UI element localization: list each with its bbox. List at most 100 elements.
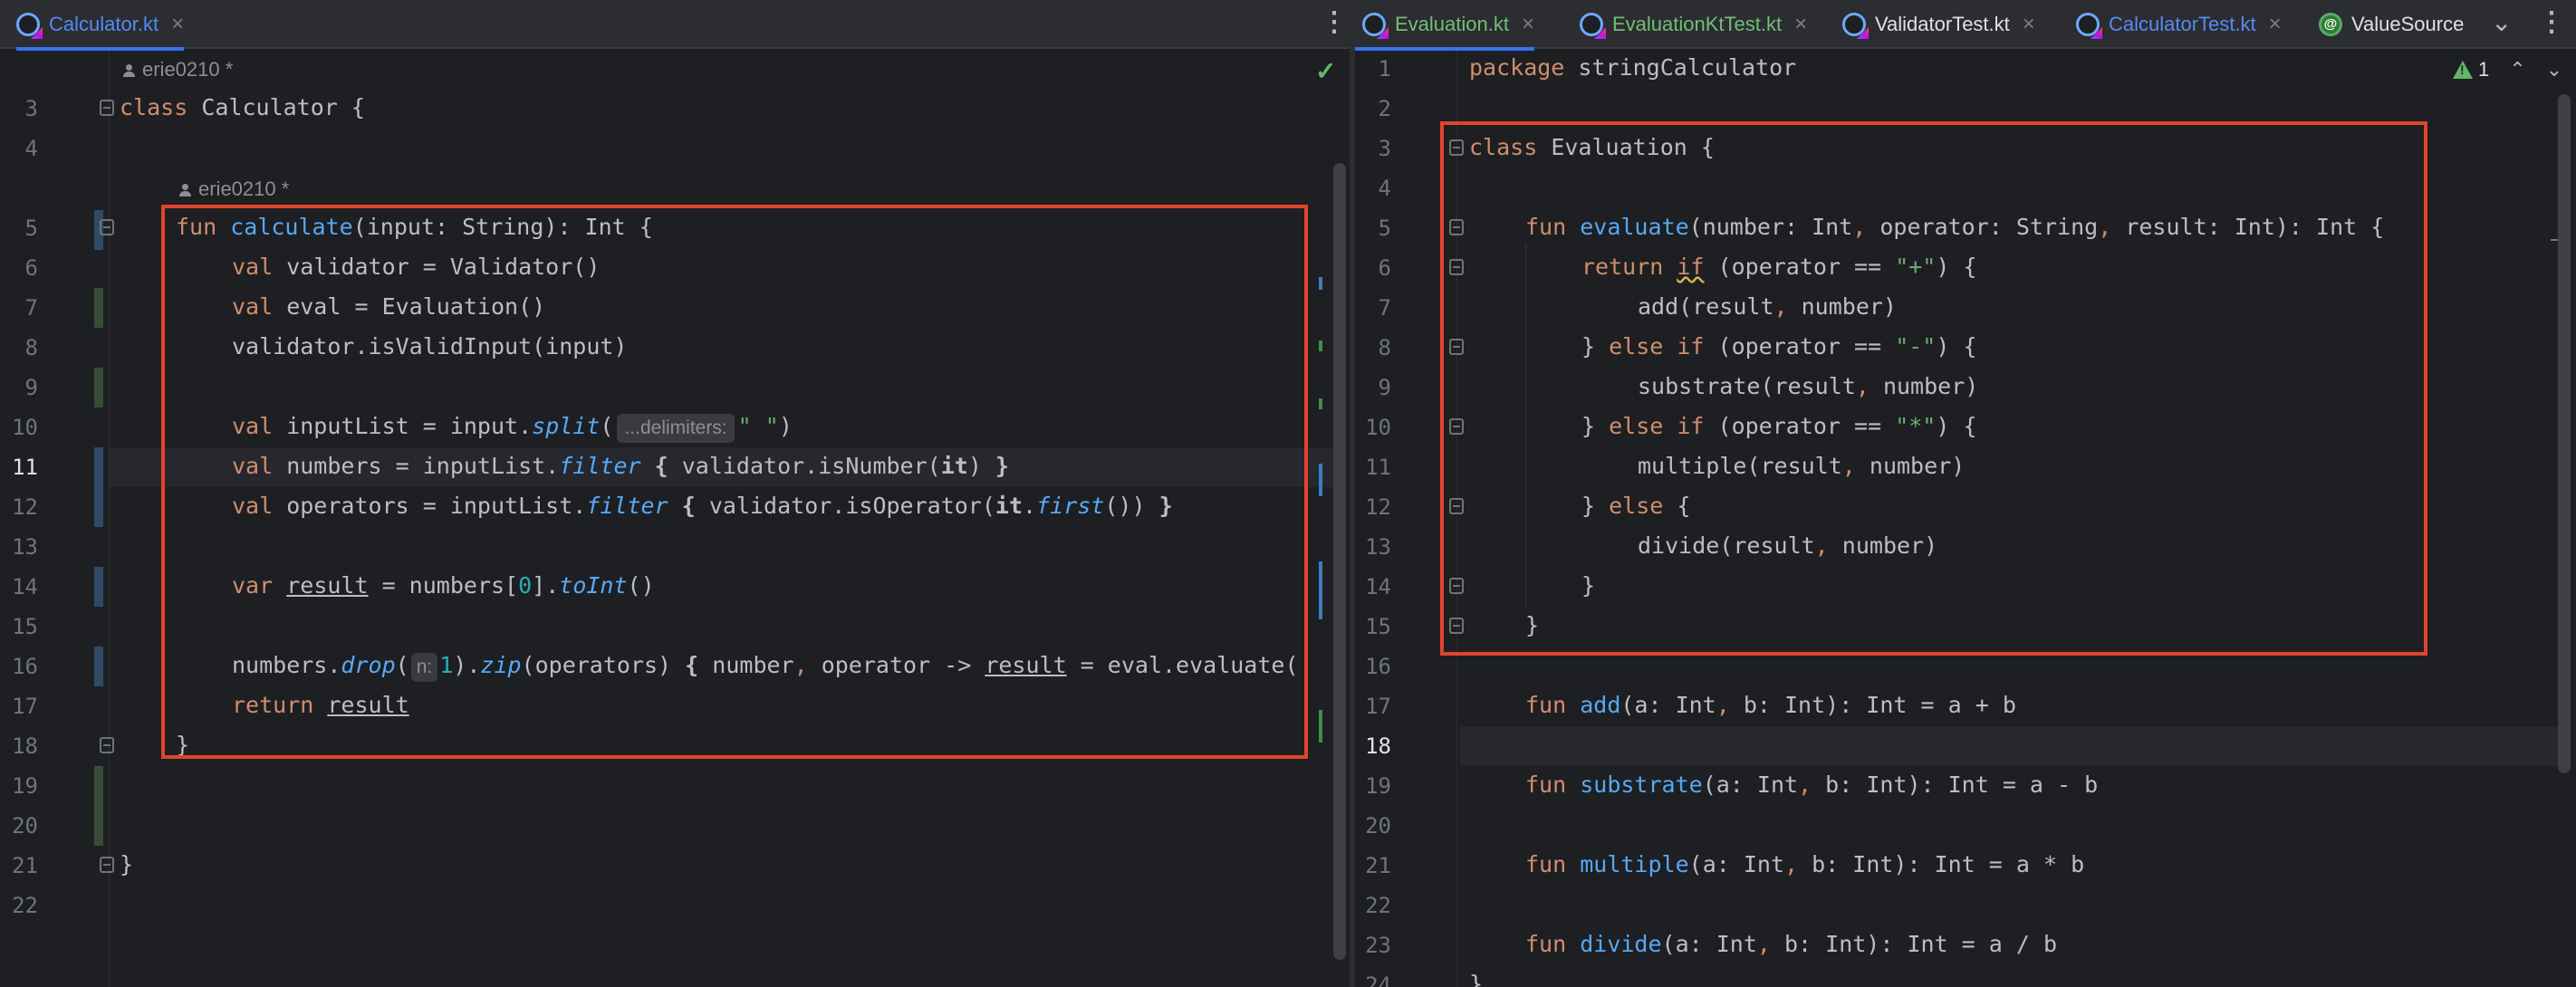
line-number: 23 [1365,933,1391,958]
line-number: 11 [1365,455,1391,480]
line-number: 13 [12,534,38,560]
tab-calculator-test[interactable]: CalculatorTest.kt × [2076,0,2282,49]
line-number-current: 18 [1365,733,1391,759]
tab-validator-test[interactable]: ValidatorTest.kt × [1842,0,2035,49]
inspection-widget[interactable]: 1 ⌃ ⌄ [2453,58,2562,81]
fold-marker-icon[interactable] [100,737,114,753]
fold-marker-icon[interactable] [100,100,114,116]
code-line[interactable]: package stringCalculator [1469,54,1796,81]
line-number: 16 [1365,654,1391,679]
code-line[interactable]: } [120,851,133,877]
gutter-divider [109,51,110,987]
highlight-box-calculate-function [161,205,1308,759]
close-tab-icon[interactable]: × [2023,12,2035,37]
fold-marker-icon[interactable] [100,857,114,873]
code-line[interactable]: } [1469,971,1483,987]
line-number: 12 [1365,494,1391,520]
vcs-added-marker[interactable] [94,288,103,328]
line-number: 21 [12,853,38,878]
more-options-icon[interactable]: ⋮ [1321,9,1348,36]
close-tab-icon[interactable]: × [2269,12,2282,37]
tab-value-source[interactable]: @ ValueSource [2319,0,2464,49]
line-number: 7 [24,295,38,321]
line-number: 17 [12,694,38,719]
line-number: 22 [1365,893,1391,918]
tab-calculator-kt[interactable]: Calculator.kt × [16,0,185,51]
fold-marker-icon[interactable] [100,219,114,235]
line-number: 10 [1365,415,1391,440]
line-number: 20 [12,813,38,838]
code-line[interactable]: fun add(a: Int, b: Int): Int = a + b [1525,692,2016,718]
vcs-modified-marker[interactable] [94,567,103,607]
code-line[interactable]: fun multiple(a: Int, b: Int): Int = a * … [1525,851,2084,877]
kotlin-test-file-icon [2076,13,2100,36]
previous-highlight-icon[interactable]: ⌃ [2509,58,2525,81]
line-number: 24 [1365,973,1391,987]
line-number: 19 [12,773,38,799]
line-number: 14 [1365,574,1391,599]
line-number: 8 [24,335,38,360]
close-tab-icon[interactable]: × [1522,12,1534,37]
code-author-annotation[interactable]: erie0210 * [179,177,289,201]
tab-evaluation-kt-test[interactable]: EvaluationKtTest.kt × [1580,0,1807,49]
line-number: 3 [24,96,38,121]
vcs-added-marker[interactable] [94,368,103,407]
code-line[interactable]: fun substrate(a: Int, b: Int): Int = a -… [1525,771,2098,798]
right-editor-pane: Evaluation.kt × EvaluationKtTest.kt × Va… [1355,0,2576,987]
line-number: 5 [1378,216,1391,241]
right-tab-bar: Evaluation.kt × EvaluationKtTest.kt × Va… [1355,0,2576,51]
line-number: 4 [24,136,38,161]
scroll-change-mark [1319,561,1322,619]
line-number: 7 [1378,295,1391,321]
line-number: 9 [24,375,38,400]
line-number: 8 [1378,335,1391,360]
line-number: 13 [1365,534,1391,560]
left-tab-bar: Calculator.kt × ⋮ [0,0,1350,51]
annotation-icon: @ [2319,13,2342,36]
line-number: 14 [12,574,38,599]
line-number: 22 [12,893,38,918]
vertical-scrollbar[interactable] [2558,94,2571,773]
line-number: 19 [1365,773,1391,799]
chevron-down-icon[interactable]: ⌄ [2491,7,2512,37]
warning-icon [2453,61,2473,79]
close-tab-icon[interactable]: × [1794,12,1807,37]
no-problems-check-icon[interactable]: ✓ [1315,56,1336,86]
line-number: 6 [1378,255,1391,281]
scroll-change-mark [1319,710,1322,743]
line-number: 15 [12,614,38,639]
line-number: 6 [24,255,38,281]
vcs-added-marker[interactable] [94,766,103,846]
current-line-highlight [1460,726,2562,766]
close-tab-icon[interactable]: × [171,12,184,37]
line-number: 18 [12,733,38,759]
code-line[interactable]: fun divide(a: Int, b: Int): Int = a / b [1525,931,2057,957]
scroll-change-mark [1319,464,1322,496]
line-number: 12 [12,494,38,520]
scroll-change-mark [1319,398,1322,409]
person-icon [123,63,135,77]
vertical-scrollbar[interactable] [1333,163,1346,960]
line-number: 21 [1365,853,1391,878]
person-icon [179,183,191,196]
line-number-current: 11 [12,455,38,480]
code-author-annotation[interactable]: erie0210 * [123,58,233,81]
line-number: 10 [12,415,38,440]
line-number: 3 [1378,136,1391,161]
line-number: 16 [12,654,38,679]
more-options-icon[interactable]: ⋮ [2538,9,2565,36]
next-highlight-icon[interactable]: ⌄ [2546,58,2562,81]
line-number: 5 [24,216,38,241]
code-line[interactable]: class Calculator { [120,94,365,120]
highlight-box-evaluation-class [1440,121,2427,656]
line-number: 15 [1365,614,1391,639]
kotlin-file-icon [16,13,40,36]
vcs-modified-marker[interactable] [94,647,103,686]
vcs-modified-marker[interactable] [94,447,103,527]
tab-evaluation-kt[interactable]: Evaluation.kt × [1355,0,1534,51]
left-editor-pane: Calculator.kt × ⋮ 3 4 5 6 7 8 9 10 11 12… [0,0,1350,987]
kotlin-test-file-icon [1580,13,1603,36]
kotlin-test-file-icon [1842,13,1866,36]
line-number: 9 [1378,375,1391,400]
line-number: 2 [1378,96,1391,121]
